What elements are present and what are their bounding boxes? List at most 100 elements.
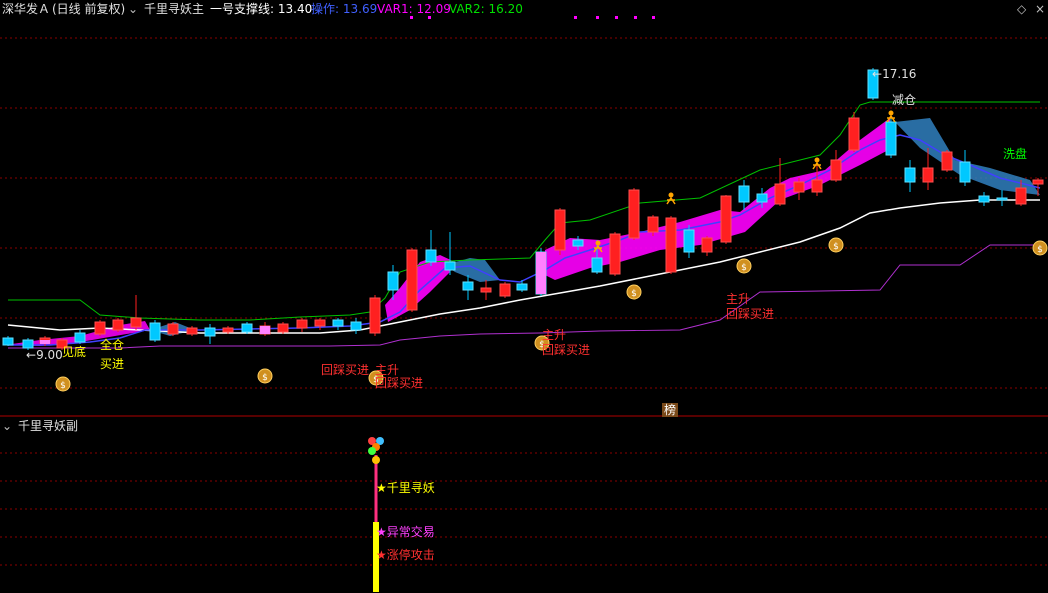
pullback-buy-label: 回踩买进 (321, 363, 370, 377)
money-bag-symbol: $ (262, 373, 268, 383)
candles (2, 68, 1044, 350)
candle-body (499, 283, 511, 297)
candle-body (241, 323, 253, 333)
candle-body (149, 322, 161, 341)
arrow-left-icon: ← (872, 67, 883, 81)
var1-value: VAR1: 12.09 (377, 2, 451, 16)
candle-body (628, 189, 640, 239)
signal-qianli-xunyao: ★千里寻妖 (376, 481, 435, 495)
indicator-name[interactable]: 千里寻妖主 (144, 0, 204, 18)
sub-header: ⌄ 千里寻妖副 (0, 417, 300, 435)
arrow-left-icon: ← (26, 348, 37, 362)
indicator-lines (7, 101, 1041, 349)
sub-indicator-name[interactable]: 千里寻妖副 (18, 417, 78, 435)
close-icon[interactable]: × (1035, 0, 1045, 18)
candle-body (959, 161, 971, 183)
pullback-buy-label: 回踩买进 (542, 343, 591, 357)
candle-body (22, 339, 34, 349)
person-icon-body (666, 196, 676, 205)
candle-body (738, 185, 750, 203)
highlight-candle (536, 252, 546, 294)
sub-signal-ball (372, 456, 380, 464)
support-line (7, 199, 1040, 334)
candle-body (516, 283, 528, 291)
candle-body (167, 323, 179, 335)
candle-body (572, 239, 584, 247)
candle-body (1032, 179, 1044, 185)
candle-body (978, 195, 990, 203)
main-rise-label: 主升 (375, 363, 400, 377)
candle-body (683, 229, 695, 253)
pullback-buy-label: 回踩买进 (375, 376, 424, 390)
low-price-label: ←9.00 (26, 348, 63, 362)
period-label[interactable]: (日线 前复权) (52, 0, 125, 18)
signal-limit-up-attack: ★涨停攻击 (376, 548, 435, 562)
candle-body (922, 167, 934, 183)
candle-body (996, 197, 1008, 201)
candle-body (591, 257, 603, 273)
candle-body (130, 317, 142, 328)
candle-body (350, 321, 362, 331)
candle-body (1015, 187, 1027, 205)
high-price-label: ←17.16 (872, 67, 917, 81)
signal-abnormal-trade: ★异常交易 (376, 525, 435, 539)
candle-body (941, 151, 953, 171)
pullback-buy-label: 回踩买进 (726, 307, 775, 321)
candle-body (848, 117, 860, 151)
candle-body (885, 121, 897, 156)
main-header: 深华发Ａ (日线 前复权) ⌄ 千里寻妖主 一号支撑线: 13.40 操作: 1… (0, 0, 1048, 18)
candle-body (425, 249, 437, 263)
star-icon: ★ (376, 481, 387, 495)
highlight-candle (260, 326, 270, 334)
sub-toggle-icon[interactable]: ⌄ (2, 417, 12, 435)
diamond-icon[interactable]: ◇ (1017, 0, 1026, 18)
sub-panel-bars (368, 437, 384, 592)
candle-body (609, 233, 621, 275)
candle-body (480, 287, 492, 293)
candle-body (554, 209, 566, 251)
candle-body (756, 193, 768, 203)
candle-body (222, 327, 234, 333)
candle-body (444, 261, 456, 271)
money-bag-symbol: $ (631, 289, 637, 299)
var2-value: VAR2: 16.20 (449, 2, 523, 16)
candle-body (774, 183, 786, 205)
main-rise-label: 主升 (542, 328, 567, 342)
stock-name[interactable]: 深华发Ａ (2, 0, 50, 18)
support-line-value: 一号支撑线: 13.40 (210, 2, 313, 16)
main-rise-label: 主升 (726, 292, 751, 306)
candle-body (904, 167, 916, 183)
highlight-candle (40, 340, 50, 344)
candle-body (665, 217, 677, 273)
candle-body (701, 237, 713, 253)
star-icon: ★ (376, 548, 387, 562)
candle-body (74, 332, 86, 343)
reduce-position-label: 减仓 (892, 93, 917, 107)
rank-badge[interactable]: 榜 (662, 403, 679, 417)
bottom-label: 见底 (62, 345, 87, 359)
candle-body (296, 319, 308, 329)
candle-body (332, 319, 344, 327)
candle-body (811, 179, 823, 193)
buy-label: 买进 (100, 357, 125, 371)
kline-chart[interactable]: $$ $$$$$ $ (0, 0, 1048, 593)
money-bag-symbol: $ (833, 242, 839, 252)
indicator-toggle-icon[interactable]: ⌄ (128, 0, 138, 18)
candle-body (204, 327, 216, 337)
candle-body (406, 249, 418, 311)
star-icon: ★ (376, 525, 387, 539)
candle-body (314, 319, 326, 327)
operate-line (8, 134, 1041, 346)
candle-body (462, 281, 474, 291)
candle-body (369, 297, 381, 334)
sub-signal-ball (368, 447, 376, 455)
candle-body (186, 327, 198, 335)
wash-label: 洗盘 (1003, 147, 1028, 161)
money-bag-symbol: $ (741, 263, 747, 273)
money-bag-symbol: $ (60, 381, 66, 391)
candle-body (647, 216, 659, 233)
candle-body (94, 321, 106, 335)
candle-body (112, 319, 124, 331)
candle-body (720, 195, 732, 243)
candle-body (387, 271, 399, 291)
